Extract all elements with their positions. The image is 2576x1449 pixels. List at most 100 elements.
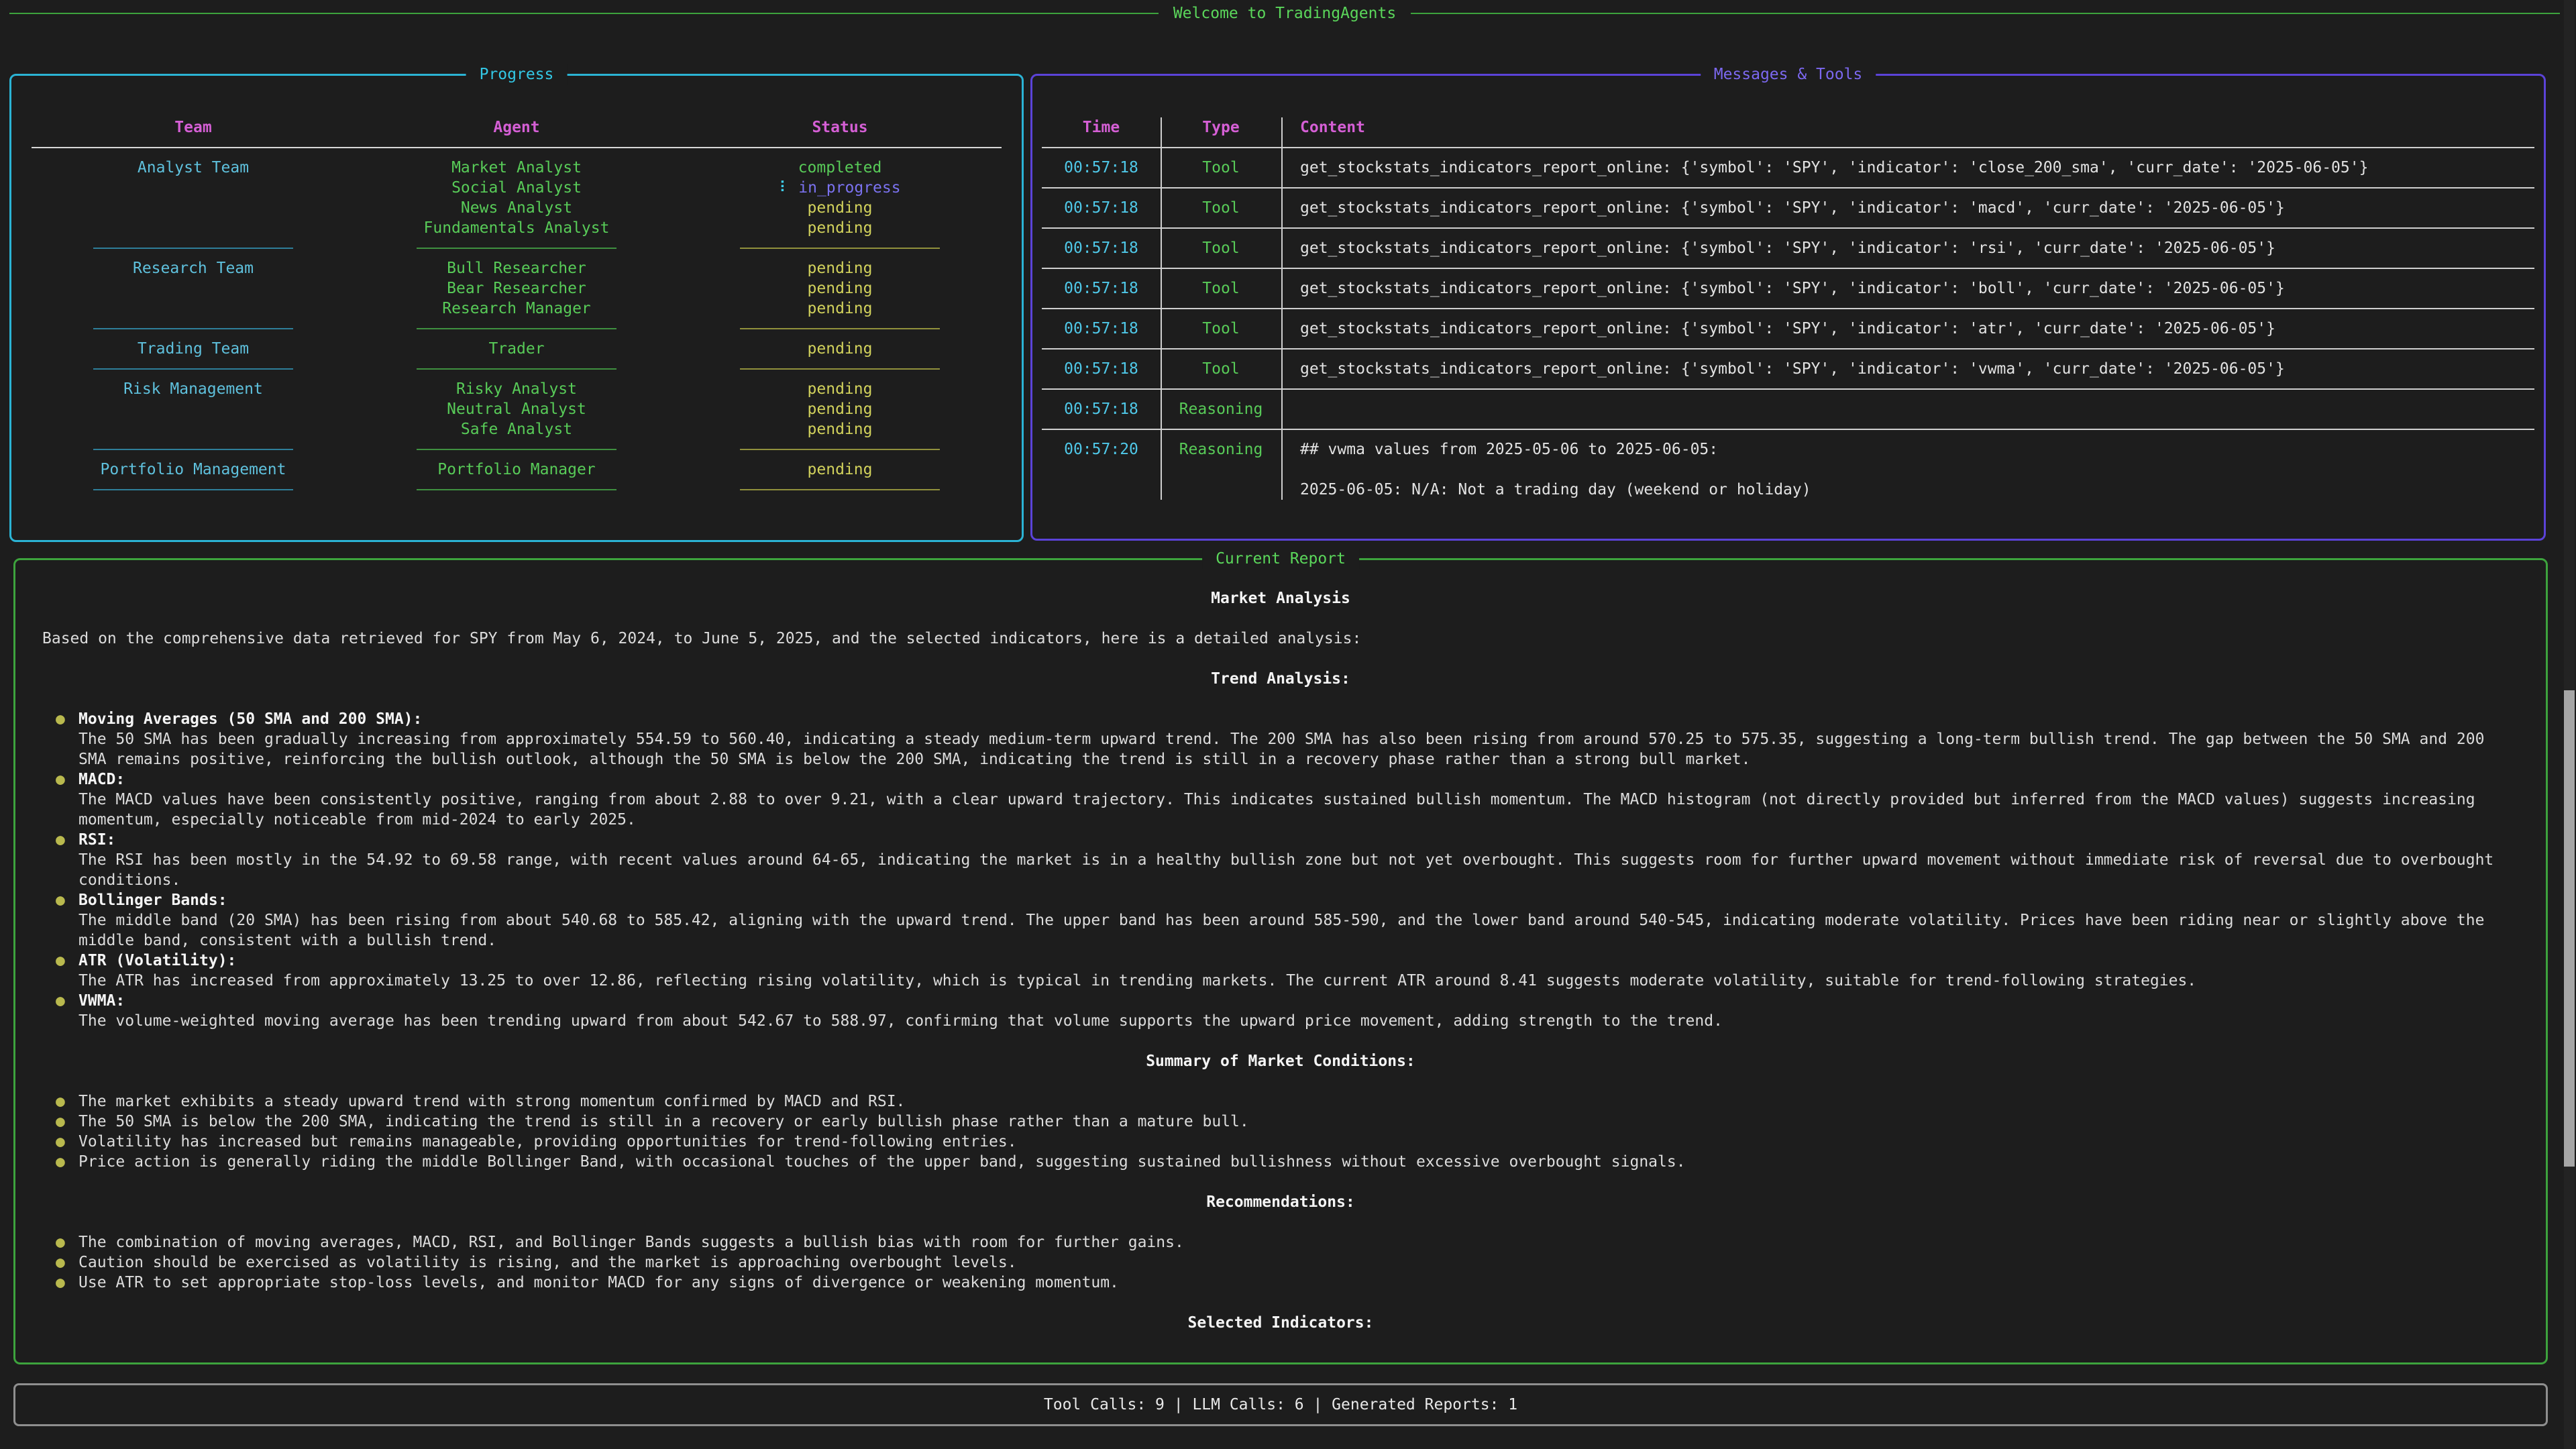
progress-panel-title: Progress (466, 64, 568, 85)
row-separator (1042, 258, 2534, 278)
messages-panel: Messages & Tools Time Type Content 00:57… (1030, 74, 2546, 541)
message-time: 00:57:18 (1042, 278, 1161, 299)
agent-name: News Analyst (355, 198, 678, 218)
message-row: 00:57:18 Tool get_stockstats_indicators_… (1042, 359, 2534, 379)
column-header-status: Status (678, 117, 1002, 138)
bullet-body: The middle band (20 SMA) has been rising… (78, 910, 2519, 951)
report-body: Market Analysis Based on the comprehensi… (15, 560, 2546, 1333)
agent-name: Neutral Analyst (355, 399, 678, 419)
header-separator (32, 138, 1002, 158)
group-separator (32, 238, 1002, 258)
section-heading-trend: Trend Analysis: (42, 669, 2519, 689)
table-row: Trading Team Trader pending (32, 339, 1002, 359)
bullet-term: ATR (Volatility): (78, 951, 2196, 971)
message-type: Tool (1161, 238, 1281, 258)
team-name: Portfolio Management (32, 460, 355, 480)
team-name: Risk Management (32, 379, 355, 399)
message-content: get_stockstats_indicators_report_online:… (1281, 198, 2534, 218)
message-content: get_stockstats_indicators_report_online:… (1281, 158, 2534, 178)
report-intro: Based on the comprehensive data retrieve… (42, 629, 2519, 649)
bullet-icon: ● (56, 830, 78, 890)
bullet-icon: ● (56, 890, 78, 951)
column-header-time: Time (1042, 117, 1161, 138)
agent-name: Risky Analyst (355, 379, 678, 399)
agent-name: Safe Analyst (355, 419, 678, 439)
message-row: 00:57:18 Tool get_stockstats_indicators_… (1042, 278, 2534, 299)
agent-name: Portfolio Manager (355, 460, 678, 480)
bullet-icon: ● (56, 951, 78, 991)
message-row: 00:57:18 Tool get_stockstats_indicators_… (1042, 198, 2534, 218)
agent-name: Fundamentals Analyst (355, 218, 678, 238)
rule-line-left (9, 13, 1159, 14)
status-badge: pending (678, 198, 1002, 218)
row-separator (1042, 299, 2534, 319)
bullet-body: The 50 SMA is below the 200 SMA, indicat… (78, 1112, 1249, 1132)
bullet-icon: ● (56, 709, 78, 769)
message-time: 00:57:18 (1042, 198, 1161, 218)
message-type: Reasoning (1161, 399, 1281, 419)
status-badge: completed (678, 158, 1002, 178)
team-name: Research Team (32, 258, 355, 278)
report-heading: Market Analysis (42, 588, 2519, 608)
team-name: Trading Team (32, 339, 355, 359)
bullet-icon: ● (56, 1112, 78, 1132)
bullet-body: Caution should be exercised as volatilit… (78, 1252, 1017, 1273)
status-badge: pending (678, 419, 1002, 439)
agent-name: Bull Researcher (355, 258, 678, 278)
message-row: 00:57:18 Tool get_stockstats_indicators_… (1042, 158, 2534, 178)
message-type: Reasoning (1161, 439, 1281, 500)
messages-panel-title: Messages & Tools (1701, 64, 1876, 85)
message-type: Tool (1161, 359, 1281, 379)
table-row: News Analyst pending (32, 198, 1002, 218)
message-content (1281, 399, 2534, 419)
message-time: 00:57:20 (1042, 439, 1161, 500)
message-content: get_stockstats_indicators_report_online:… (1281, 238, 2534, 258)
message-row: 00:57:18 Tool get_stockstats_indicators_… (1042, 238, 2534, 258)
table-row: Research Manager pending (32, 299, 1002, 319)
bullet-body: The MACD values have been consistently p… (78, 790, 2519, 830)
group-separator (32, 439, 1002, 460)
app-title: Welcome to TradingAgents (1159, 3, 1411, 23)
bullet-body: The 50 SMA has been gradually increasing… (78, 729, 2519, 769)
bullet-icon: ● (56, 1091, 78, 1112)
table-row: Bear Researcher pending (32, 278, 1002, 299)
bullet-icon: ● (56, 1152, 78, 1172)
row-separator (1042, 218, 2534, 238)
message-type: Tool (1161, 198, 1281, 218)
agent-name: Market Analyst (355, 158, 678, 178)
list-item: ● Moving Averages (50 SMA and 200 SMA): … (56, 709, 2519, 769)
message-time: 00:57:18 (1042, 399, 1161, 419)
table-row: Neutral Analyst pending (32, 399, 1002, 419)
progress-table-header: Team Agent Status (32, 117, 1002, 138)
table-row: Analyst Team Market Analyst completed (32, 158, 1002, 178)
message-time: 00:57:18 (1042, 158, 1161, 178)
message-row: 00:57:20 Reasoning ## vwma values from 2… (1042, 439, 2534, 500)
summary-list: ● The market exhibits a steady upward tr… (56, 1091, 2519, 1172)
status-badge: pending (678, 258, 1002, 278)
message-content: get_stockstats_indicators_report_online:… (1281, 359, 2534, 379)
message-content: ## vwma values from 2025-05-06 to 2025-0… (1281, 439, 2534, 500)
list-item: ● VWMA: The volume-weighted moving avera… (56, 991, 2519, 1031)
trend-list: ● Moving Averages (50 SMA and 200 SMA): … (56, 709, 2519, 1031)
message-content: get_stockstats_indicators_report_online:… (1281, 278, 2534, 299)
bullet-icon: ● (56, 1132, 78, 1152)
row-separator (1042, 339, 2534, 359)
list-item: ● Caution should be exercised as volatil… (56, 1252, 2519, 1273)
list-item: ● Use ATR to set appropriate stop-loss l… (56, 1273, 2519, 1293)
list-item: ● MACD: The MACD values have been consis… (56, 769, 2519, 830)
status-badge: pending (678, 379, 1002, 399)
bullet-body: The RSI has been mostly in the 54.92 to … (78, 850, 2519, 890)
status-badge: pending (678, 399, 1002, 419)
row-separator (1042, 178, 2534, 198)
table-row: Safe Analyst pending (32, 419, 1002, 439)
table-row: Risk Management Risky Analyst pending (32, 379, 1002, 399)
recommendations-list: ● The combination of moving averages, MA… (56, 1232, 2519, 1293)
scrollbar-thumb[interactable] (2564, 690, 2575, 1167)
column-header-content: Content (1281, 117, 2534, 138)
bullet-term: MACD: (78, 769, 2519, 790)
bullet-icon: ● (56, 991, 78, 1031)
column-header-team: Team (32, 117, 355, 138)
bullet-icon: ● (56, 1252, 78, 1273)
current-report-panel: Current Report Market Analysis Based on … (13, 558, 2548, 1364)
bullet-term: Bollinger Bands: (78, 890, 2519, 910)
